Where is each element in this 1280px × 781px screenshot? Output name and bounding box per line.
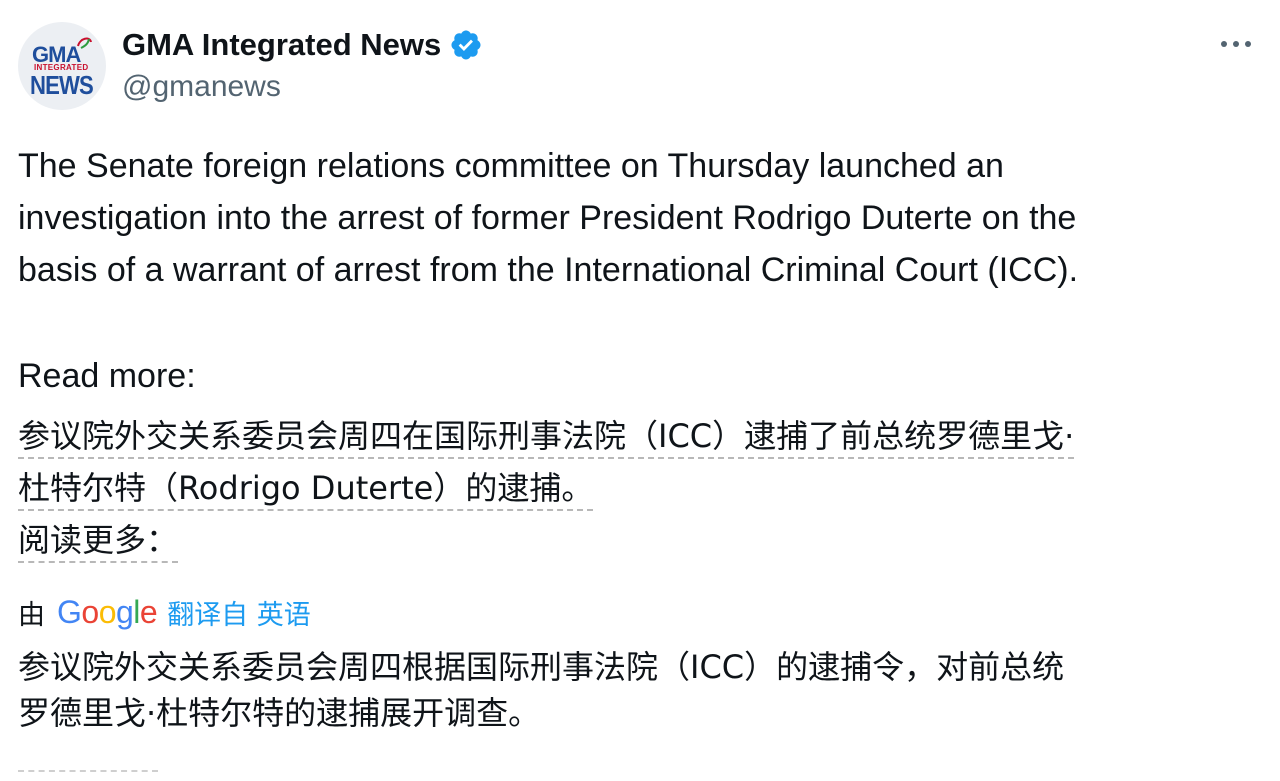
translated-from-english-link[interactable]: 翻译自 英语 — [167, 593, 311, 632]
google-logo: Google — [57, 593, 158, 630]
logo-swirl-icon — [77, 37, 92, 49]
hover-translation-line: 杜特尔特（Rodrigo Duterte）的逮捕。 — [18, 469, 594, 511]
translated-tweet-body: 参议院外交关系委员会周四根据国际刑事法院（ICC）的逮捕令，对前总统 罗德里戈·… — [18, 644, 1258, 736]
more-options-icon[interactable] — [1216, 34, 1256, 54]
inline-hover-translation: 参议院外交关系委员会周四在国际刑事法院（ICC）逮捕了前总统罗德里戈· 杜特尔特… — [18, 410, 1258, 566]
tweet-text-line: basis of a warrant of arrest from the In… — [18, 251, 1079, 289]
account-handle[interactable]: @gmanews — [122, 70, 281, 104]
translated-by-prefix: 由 — [18, 599, 45, 631]
avatar[interactable]: GMA INTEGRATED NEWS — [18, 22, 106, 110]
cutoff-underline — [18, 770, 158, 781]
translated-text-line: 参议院外交关系委员会周四根据国际刑事法院（ICC）的逮捕令，对前总统 — [18, 648, 1065, 686]
hover-translation-line: 参议院外交关系委员会周四在国际刑事法院（ICC）逮捕了前总统罗德里戈· — [18, 417, 1075, 459]
tweet-body: The Senate foreign relations committee o… — [18, 140, 1258, 296]
translated-by-bar: 由 Google 翻译自 英语 — [18, 592, 311, 632]
tweet-text-line: investigation into the arrest of former … — [18, 199, 1077, 237]
name-row: GMA Integrated News — [122, 24, 483, 66]
avatar-logo-bottom: NEWS — [30, 70, 94, 100]
hover-translation-line: 阅读更多： — [18, 521, 179, 563]
translated-text-line: 罗德里戈·杜特尔特的逮捕展开调查。 — [18, 694, 541, 732]
tweet-header: GMA INTEGRATED NEWS GMA Integrated News … — [18, 22, 1262, 112]
verified-badge-icon[interactable] — [449, 28, 483, 62]
tweet-text-line: The Senate foreign relations committee o… — [18, 147, 1004, 185]
read-more-label: Read more: — [18, 357, 196, 395]
display-name[interactable]: GMA Integrated News — [122, 27, 441, 63]
